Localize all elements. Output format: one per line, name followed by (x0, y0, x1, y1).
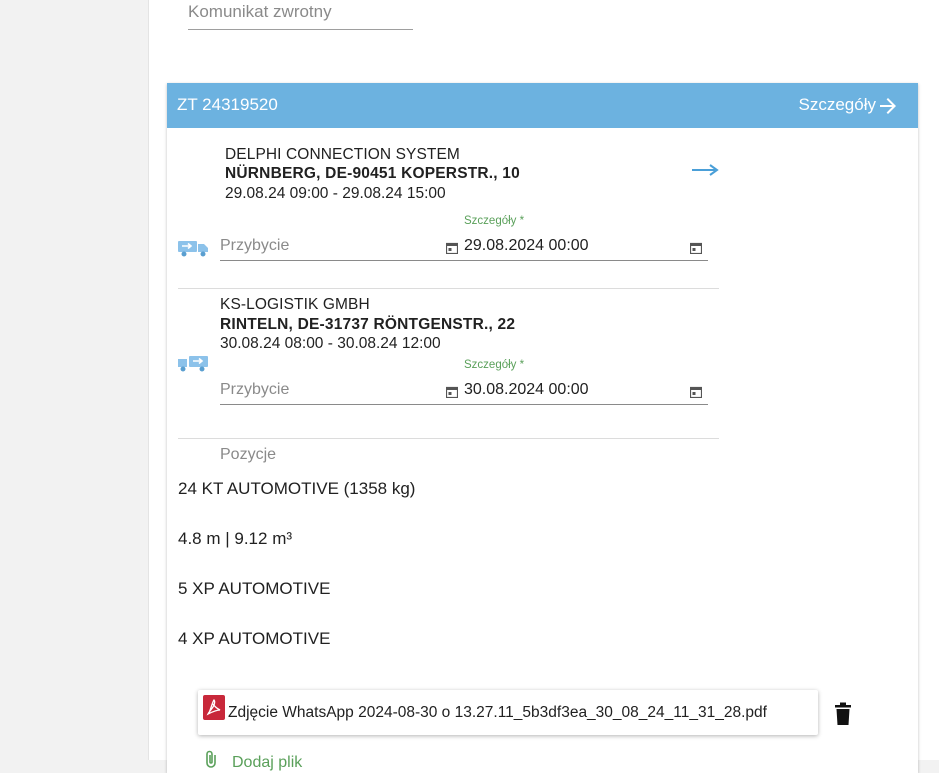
truck-unloading-icon (178, 356, 208, 372)
attachment-chip[interactable]: Zdjęcie WhatsApp 2024-08-30 o 13.27.11_5… (198, 690, 818, 735)
stop-1-date-input[interactable]: 29.08.2024 00:00 (464, 237, 589, 255)
arrow-right-icon[interactable] (876, 94, 900, 118)
position-item: 5 XP AUTOMOTIVE (178, 579, 331, 598)
truck-loading-icon (178, 241, 208, 257)
add-attachment-label: Dodaj plik (232, 754, 303, 771)
stop-2-date-input[interactable]: 30.08.2024 00:00 (464, 381, 589, 399)
stop-2-field-label: Szczegóły * (464, 359, 525, 371)
feedback-placeholder: Komunikat zwrotny (188, 2, 332, 21)
paperclip-icon (206, 750, 216, 768)
order-number: ZT 24319520 (177, 95, 278, 114)
position-item: 4 XP AUTOMOTIVE (178, 629, 331, 648)
feedback-input[interactable]: Komunikat zwrotny (188, 0, 413, 30)
details-link[interactable]: Szczegóły (799, 95, 876, 115)
stop-1-time-window: 29.08.24 09:00 - 29.08.24 15:00 (225, 185, 446, 202)
stop-2-company: KS-LOGISTIK GMBH (220, 296, 370, 313)
order-card-header: ZT 24319520 Szczegóły (167, 83, 918, 128)
stop-2-field-underline (220, 404, 708, 405)
position-item: 24 KT AUTOMOTIVE (1358 kg) (178, 479, 416, 498)
pdf-icon (203, 695, 225, 720)
calendar-icon[interactable] (446, 386, 458, 398)
calendar-icon[interactable] (690, 242, 702, 254)
calendar-icon[interactable] (690, 386, 702, 398)
stop-2-arrival-input[interactable]: Przybycie (220, 381, 289, 399)
stop-1-company: DELPHI CONNECTION SYSTEM (225, 146, 460, 163)
position-item: 4.8 m | 9.12 m³ (178, 529, 293, 548)
stop-1-field-underline (220, 260, 708, 261)
stop-2-time-window: 30.08.24 08:00 - 30.08.24 12:00 (220, 335, 441, 352)
divider (178, 438, 719, 439)
stop-2-address: RINTELN, DE-31737 RÖNTGENSTR., 22 (220, 316, 516, 333)
route-arrow-icon[interactable] (691, 163, 719, 177)
positions-label: Pozycje (220, 446, 277, 463)
attachment-filename: Zdjęcie WhatsApp 2024-08-30 o 13.27.11_5… (228, 704, 767, 721)
calendar-icon[interactable] (446, 242, 458, 254)
trash-icon[interactable] (833, 702, 853, 726)
stop-1-arrival-input[interactable]: Przybycie (220, 237, 289, 255)
divider (178, 288, 719, 289)
stop-1-field-label: Szczegóły * (464, 215, 525, 227)
stop-1-address: NÜRNBERG, DE-90451 KOPERSTR., 10 (225, 165, 520, 182)
